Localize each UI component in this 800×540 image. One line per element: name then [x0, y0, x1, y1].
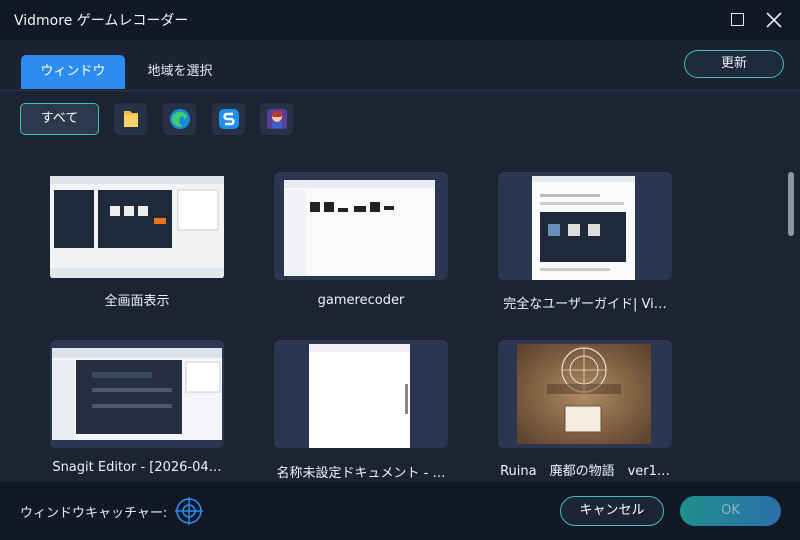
game-icon — [266, 109, 287, 129]
thumbnail-image — [309, 344, 410, 448]
thumbnail-image — [52, 348, 222, 440]
ok-button[interactable]: OK — [680, 496, 781, 526]
tab-window[interactable]: ウィンドウ — [21, 55, 125, 89]
window-thumbnail-fullscreen[interactable] — [50, 172, 224, 280]
filter-snagit[interactable] — [212, 103, 245, 135]
thumbnail-image — [532, 176, 635, 280]
edge-icon — [169, 109, 190, 129]
filter-all-button[interactable]: すべて — [20, 103, 99, 135]
window-catcher-label: ウィンドウキャッチャー: — [20, 506, 168, 521]
window-label-ruina: Ruina 廃都の物語 ver1… — [500, 464, 670, 479]
filter-game[interactable] — [260, 103, 293, 135]
window-label-user-guide: 完全なユーザーガイド| Vi… — [503, 297, 667, 312]
window-thumbnail-ruina[interactable] — [498, 340, 672, 448]
title-bar: Vidmore ゲームレコーダー — [0, 0, 800, 40]
window-thumbnail-gamerecoder[interactable] — [274, 172, 448, 280]
app-title: Vidmore ゲームレコーダー — [14, 13, 189, 29]
close-icon — [766, 12, 782, 28]
thumbnail-image — [517, 344, 651, 444]
thumbnail-image — [284, 180, 435, 276]
tab-bar: ウィンドウ 地域を選択 — [0, 40, 800, 91]
maximize-icon — [731, 13, 744, 26]
maximize-button[interactable] — [728, 10, 748, 30]
close-button[interactable] — [764, 10, 784, 30]
filter-folder[interactable] — [114, 103, 147, 135]
window-label-untitled-doc: 名称未設定ドキュメント - … — [276, 466, 446, 481]
footer-bar: ウィンドウキャッチャー: キャンセル OK — [0, 482, 800, 540]
window-thumbnail-snagit[interactable] — [50, 340, 224, 448]
window-thumbnail-untitled-doc[interactable] — [274, 340, 448, 448]
refresh-button[interactable]: 更新 — [684, 50, 784, 78]
filter-edge[interactable] — [163, 103, 196, 135]
folder-icon — [123, 111, 138, 127]
window-thumbnail-user-guide[interactable] — [498, 172, 672, 280]
window-label-fullscreen: 全画面表示 — [104, 294, 170, 309]
window-label-snagit: Snagit Editor - [2026-04… — [52, 460, 222, 475]
thumbnail-image — [50, 176, 224, 278]
window-label-gamerecoder: gamerecoder — [317, 293, 405, 308]
crosshair-icon[interactable] — [174, 496, 204, 526]
scrollbar[interactable] — [788, 172, 794, 236]
tab-select-region[interactable]: 地域を選択 — [128, 55, 232, 89]
snagit-icon — [218, 109, 239, 129]
cancel-button[interactable]: キャンセル — [560, 496, 664, 526]
